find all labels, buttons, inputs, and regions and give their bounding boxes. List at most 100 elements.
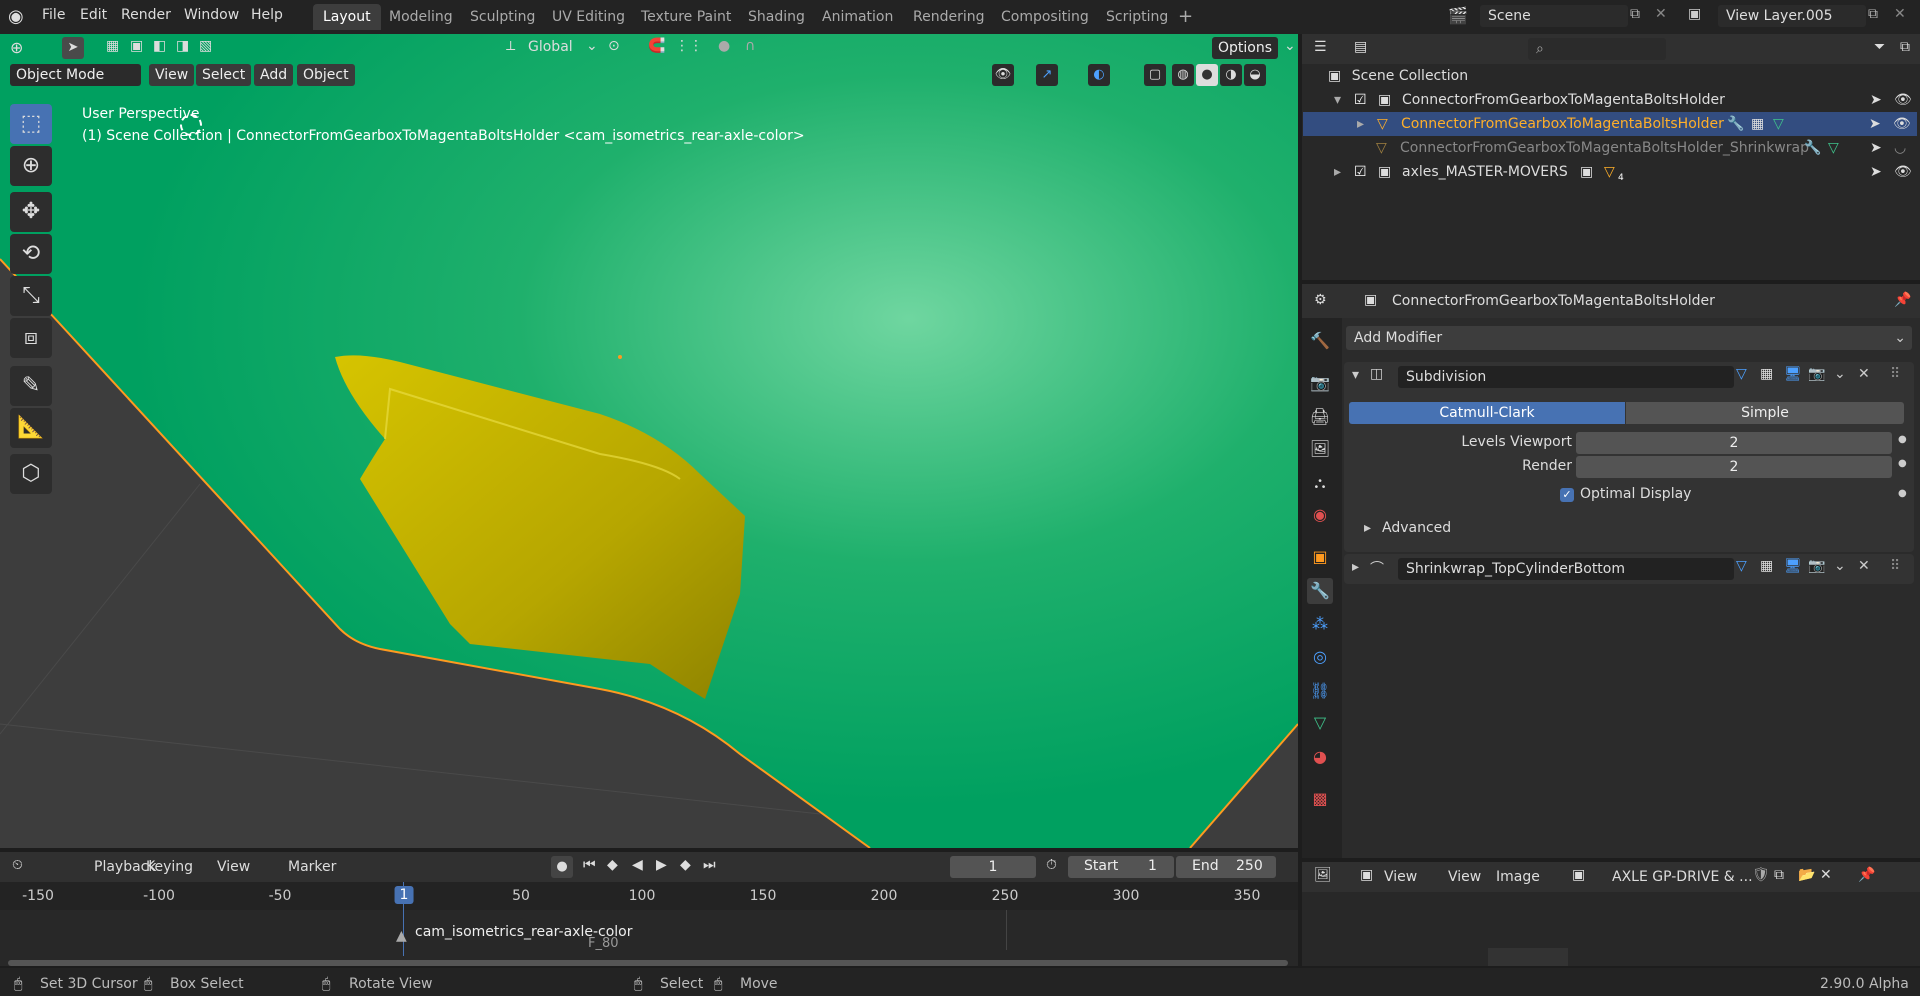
mode-select[interactable]: Object Mode bbox=[10, 64, 141, 86]
select-mode-extend-icon[interactable]: ▣ bbox=[130, 38, 143, 54]
collapse-arrow-icon[interactable]: ▾ bbox=[1334, 88, 1341, 112]
menu-image-view[interactable]: View bbox=[1442, 866, 1487, 888]
menu-select[interactable]: Select bbox=[196, 64, 252, 86]
expand-arrow-icon[interactable]: ▸ bbox=[1352, 559, 1359, 575]
add-modifier-button[interactable]: Add Modifier ⌄ bbox=[1346, 326, 1912, 350]
delete-view-layer-icon[interactable]: ✕ bbox=[1894, 6, 1906, 22]
edit-mode-icon[interactable]: ▽ bbox=[1736, 558, 1747, 574]
add-workspace-icon[interactable]: + bbox=[1178, 6, 1193, 27]
render-levels-field[interactable]: 2 bbox=[1576, 456, 1892, 478]
tab-uv-editing[interactable]: UV Editing bbox=[542, 4, 635, 30]
select-arrow-icon[interactable]: ➤ bbox=[1870, 136, 1882, 160]
filter-icon[interactable]: ⏷ bbox=[1874, 39, 1885, 55]
falloff-icon[interactable]: ∩ bbox=[745, 38, 755, 54]
tab-rendering[interactable]: Rendering bbox=[903, 4, 995, 30]
realtime-icon[interactable]: 🖥 bbox=[1784, 558, 1802, 574]
texture-tab-icon[interactable]: ▩ bbox=[1307, 786, 1333, 812]
scene-field[interactable]: Scene bbox=[1480, 5, 1628, 27]
delete-scene-icon[interactable]: ✕ bbox=[1655, 6, 1667, 22]
start-frame-field[interactable]: Start 1 bbox=[1068, 856, 1174, 878]
editor-type-icon[interactable]: ⊕ bbox=[10, 38, 23, 57]
physics-tab-icon[interactable]: ◎ bbox=[1307, 644, 1333, 670]
wireframe-shading-icon[interactable]: ◍ bbox=[1172, 64, 1194, 86]
menu-marker[interactable]: Marker bbox=[282, 856, 342, 878]
solid-shading-icon[interactable]: ● bbox=[1196, 64, 1218, 86]
select-mode-new-icon[interactable]: ▦ bbox=[106, 38, 119, 54]
render-icon[interactable]: 📷 bbox=[1808, 366, 1825, 382]
end-frame-field[interactable]: End 250 bbox=[1176, 856, 1276, 878]
rotate-tool-icon[interactable]: ⟲ bbox=[10, 234, 52, 274]
outliner-row-shrinkwrap[interactable]: ▽ ConnectorFromGearboxToMagentaBoltsHold… bbox=[1302, 136, 1920, 160]
image-editor[interactable]: 🖼 ▣ View View Image ▣ AXLE GP-DRIVE & ..… bbox=[1302, 862, 1920, 966]
tab-scripting[interactable]: Scripting bbox=[1096, 4, 1178, 30]
checkbox-icon[interactable]: ☑ bbox=[1354, 160, 1367, 184]
tab-animation[interactable]: Animation bbox=[812, 4, 903, 30]
select-mode-invert-icon[interactable]: ▧ bbox=[199, 38, 212, 54]
object-tab-icon[interactable]: ▣ bbox=[1307, 544, 1333, 570]
xray-icon[interactable]: ▢ bbox=[1144, 64, 1166, 86]
record-icon[interactable]: ● bbox=[551, 856, 573, 878]
menu-edit[interactable]: Edit bbox=[80, 7, 107, 23]
tab-shading[interactable]: Shading bbox=[738, 4, 815, 30]
collapse-arrow-icon[interactable]: ▾ bbox=[1352, 367, 1359, 383]
optimal-display-checkbox[interactable]: ✓ bbox=[1560, 488, 1574, 502]
world-tab-icon[interactable]: ◉ bbox=[1307, 502, 1333, 528]
visibility-icon[interactable]: 👁 bbox=[992, 64, 1014, 86]
levels-viewport-field[interactable]: 2 bbox=[1576, 432, 1892, 454]
modifier-tab-icon[interactable]: 🔧 bbox=[1307, 578, 1333, 604]
keyframe-dot-icon[interactable]: ● bbox=[1898, 434, 1907, 445]
checkbox-icon[interactable]: ☑ bbox=[1354, 88, 1367, 112]
cage-icon[interactable]: ▦ bbox=[1760, 366, 1773, 382]
output-tab-icon[interactable]: 🖨 bbox=[1307, 404, 1333, 430]
options-button[interactable]: Options bbox=[1212, 37, 1279, 59]
image-browse-icon[interactable]: ▣ bbox=[1572, 867, 1585, 883]
menu-view[interactable]: View bbox=[149, 64, 195, 86]
advanced-subpanel[interactable]: Advanced bbox=[1382, 520, 1451, 536]
view-layer-icon[interactable]: ▣ bbox=[1688, 6, 1701, 22]
select-mode-subtract-icon[interactable]: ◧ bbox=[153, 38, 166, 54]
outliner-editor-icon[interactable]: ☰ bbox=[1314, 39, 1327, 55]
expand-arrow-icon[interactable]: ▸ bbox=[1334, 160, 1341, 184]
select-tool-icon[interactable]: ➤ bbox=[62, 37, 84, 59]
prev-keyframe-icon[interactable]: ◆ bbox=[607, 857, 618, 873]
menu-render[interactable]: Render bbox=[121, 7, 171, 23]
tab-modeling[interactable]: Modeling bbox=[379, 4, 463, 30]
eye-icon[interactable]: 👁 bbox=[1893, 112, 1911, 136]
view-layer-tab-icon[interactable]: 🖼 bbox=[1307, 436, 1333, 462]
outliner-row-axles[interactable]: ▸ ☑ ▣ axles_MASTER-MOVERS ▣ ▽ 4 ➤ 👁 bbox=[1302, 160, 1920, 184]
tab-compositing[interactable]: Compositing bbox=[991, 4, 1099, 30]
expand-arrow-icon[interactable]: ▸ bbox=[1357, 112, 1364, 136]
stopwatch-icon[interactable]: ⏱ bbox=[1046, 857, 1057, 873]
blender-logo-icon[interactable]: ◉ bbox=[8, 6, 30, 28]
pin-icon[interactable]: 📌 bbox=[1858, 867, 1875, 883]
play-reverse-icon[interactable]: ◀ bbox=[632, 857, 643, 873]
data-tab-icon[interactable]: ▽ bbox=[1307, 710, 1333, 736]
keyframe-dot-icon[interactable]: ● bbox=[1898, 488, 1907, 499]
outliner-row-collection[interactable]: ▾ ☑ ▣ ConnectorFromGearboxToMagentaBolts… bbox=[1302, 88, 1920, 112]
snap-icon[interactable]: 🧲 bbox=[648, 38, 665, 54]
properties-editor-icon[interactable]: ⚙ bbox=[1314, 292, 1327, 308]
move-tool-icon[interactable]: ✥ bbox=[10, 192, 52, 232]
outliner-scene-collection[interactable]: ▣ Scene Collection bbox=[1328, 64, 1468, 88]
menu-window[interactable]: Window bbox=[184, 7, 239, 23]
menu-object[interactable]: Object bbox=[297, 64, 355, 86]
transform-tool-icon[interactable]: ⧈ bbox=[10, 318, 52, 358]
jump-start-icon[interactable]: ⏮ bbox=[583, 857, 596, 873]
play-icon[interactable]: ▶ bbox=[656, 857, 667, 873]
menu-image[interactable]: Image bbox=[1490, 866, 1546, 888]
eye-icon[interactable]: 👁 bbox=[1894, 88, 1912, 112]
menu-file[interactable]: File bbox=[42, 7, 65, 23]
material-tab-icon[interactable]: ◕ bbox=[1307, 744, 1333, 770]
cage-icon[interactable]: ▦ bbox=[1760, 558, 1773, 574]
modifier-name-field[interactable]: Subdivision bbox=[1398, 366, 1734, 388]
image-name-field[interactable]: AXLE GP-DRIVE & ... bbox=[1612, 866, 1753, 888]
proportional-edit-icon[interactable]: ● bbox=[718, 38, 730, 54]
eye-hidden-icon[interactable]: ◡ bbox=[1894, 136, 1906, 160]
outliner-row-selected-object[interactable]: ▸ ▽ ConnectorFromGearboxToMagentaBoltsHo… bbox=[1303, 112, 1917, 136]
drag-handle-icon[interactable]: ⠿ bbox=[1890, 366, 1900, 382]
scene-icon[interactable]: 🎬 bbox=[1448, 6, 1468, 25]
snap-target-icon[interactable]: ⋮⋮ bbox=[675, 38, 703, 54]
timeline-editor-icon[interactable]: ⏲ bbox=[12, 857, 23, 873]
annotate-tool-icon[interactable]: ✎ bbox=[10, 366, 52, 406]
current-frame-indicator[interactable]: 1 bbox=[394, 886, 414, 904]
